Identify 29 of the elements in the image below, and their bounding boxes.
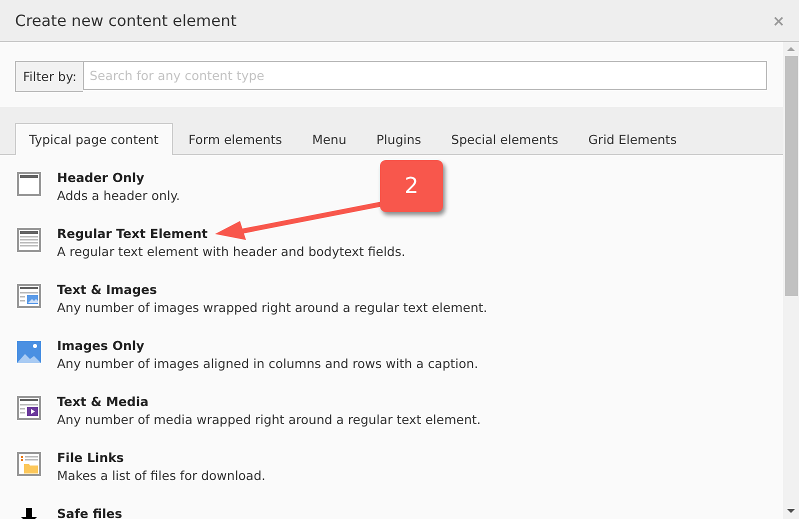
content-type-description: Adds a header only. [57,187,180,205]
tab[interactable]: Form elements [174,123,296,154]
content-type-title[interactable]: Safe files [57,505,122,519]
header-block-icon [17,172,41,196]
content-type-description: A regular text element with header and bodytext fields. [57,243,406,261]
text-video-icon [17,396,41,420]
tab[interactable]: Typical page content [15,123,173,155]
content-type-title[interactable]: Text & Media [57,393,481,411]
tab[interactable]: Special elements [437,123,572,154]
filter-label: Filter by: [15,61,83,92]
file-list-icon [17,452,41,476]
image-icon [17,340,41,364]
text-image-icon [17,284,41,308]
callout-badge: 2 [380,160,443,212]
dialog-title: Create new content element [15,12,237,30]
content-type-title[interactable]: Regular Text Element [57,225,406,243]
content-type-description: Any number of media wrapped right around a regular text element. [57,411,481,429]
tab[interactable]: Menu [298,123,360,154]
content-type-title[interactable]: Images Only [57,337,478,355]
content-type-description: Any number of images aligned in columns and rows with a caption. [57,355,478,373]
content-type-title[interactable]: Header Only [57,169,180,187]
search-field[interactable]: Search for any content type [82,61,767,90]
text-lines-icon [17,228,41,252]
content-type-title[interactable]: File Links [57,449,266,467]
content-type-description: Any number of images wrapped right around a regular text element. [57,299,488,317]
content-type-title[interactable]: Text & Images [57,281,488,299]
content-type-description: Makes a list of files for download. [57,467,266,485]
tab[interactable]: Grid Elements [574,123,691,154]
tab[interactable]: Plugins [362,123,436,154]
